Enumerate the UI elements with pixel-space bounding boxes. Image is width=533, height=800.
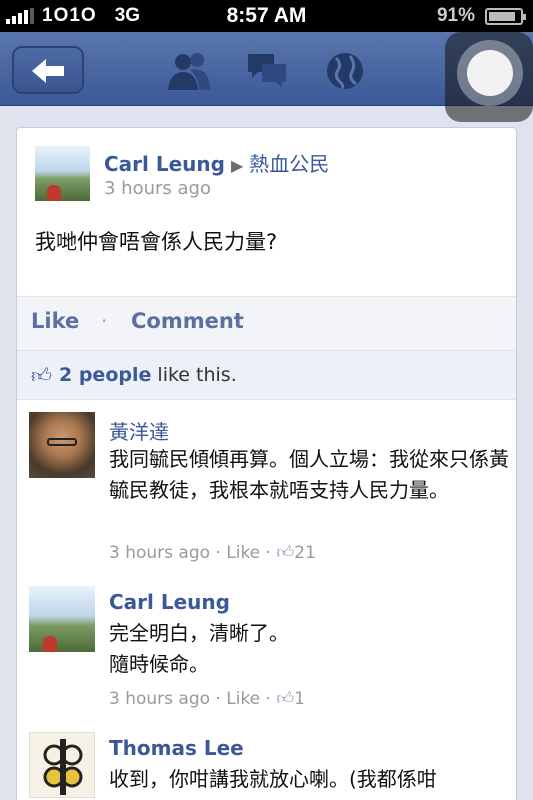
avatar[interactable]: [29, 586, 95, 652]
comment-like-link[interactable]: Like: [226, 543, 260, 563]
assistive-touch-button[interactable]: [445, 32, 533, 122]
post-author-link[interactable]: Carl Leung: [104, 152, 225, 176]
post-author-line: Carl Leung ▶ 熱血公民: [104, 148, 329, 177]
comment-like-count: 1: [294, 689, 305, 709]
post-card: Carl Leung ▶ 熱血公民 3 hours ago 我哋仲會唔會係人民力量?…: [16, 127, 517, 800]
post-body: 我哋仲會唔會係人民力量?: [35, 230, 278, 254]
logo-icon: [43, 739, 83, 795]
thumbs-up-icon: 👍︎: [276, 543, 295, 563]
comment-button[interactable]: Comment: [131, 309, 244, 333]
comment-text-line: 隨時候命。: [109, 652, 209, 676]
nav-bar: [0, 32, 533, 122]
thumbs-up-icon: 👍︎: [276, 689, 295, 709]
avatar[interactable]: [35, 146, 90, 201]
globe-icon[interactable]: [322, 50, 368, 92]
comment-author[interactable]: 黃洋達: [109, 416, 169, 445]
likes-count[interactable]: 2 people: [59, 364, 151, 386]
likes-suffix: like this.: [157, 364, 237, 386]
comment-text: 收到，你咁講我就放心喇。(我都係咁: [109, 767, 437, 791]
comment-author[interactable]: Thomas Lee: [109, 736, 244, 760]
post-group-link[interactable]: 熱血公民: [249, 152, 329, 176]
comment-meta: 3 hours ago · Like · 👍︎21: [109, 543, 316, 563]
avatar[interactable]: [29, 412, 95, 478]
comment-timestamp: 3 hours ago: [109, 543, 211, 563]
battery-percent: 91%: [436, 5, 475, 26]
messages-icon[interactable]: [244, 50, 290, 92]
action-separator: ·: [101, 309, 108, 333]
comment-text: 我同毓民傾傾再算。個人立場：我從來只係黃毓民教徒，我根本就唔支持人民力量。: [109, 447, 509, 502]
arrow-left-icon: [32, 59, 64, 83]
comment-timestamp: 3 hours ago: [109, 689, 211, 709]
post-timestamp: 3 hours ago: [104, 178, 211, 199]
status-bar: 1O1O 3G 8:57 AM 91%: [0, 0, 533, 32]
avatar[interactable]: [29, 732, 95, 798]
comment-text-line: 完全明白，清晰了。: [109, 621, 289, 645]
likes-summary[interactable]: 👍︎ 2 people like this.: [17, 350, 516, 400]
post-actions: Like · Comment: [17, 296, 516, 350]
comment-like-link[interactable]: Like: [226, 689, 260, 709]
comment-author[interactable]: Carl Leung: [109, 590, 230, 614]
triangle-right-icon: ▶: [230, 156, 244, 175]
friends-icon[interactable]: [166, 50, 212, 92]
comment-meta: 3 hours ago · Like · 👍︎1: [109, 689, 305, 709]
battery-icon: [485, 8, 526, 25]
back-button[interactable]: [12, 46, 84, 94]
comment-like-count: 21: [294, 543, 316, 563]
like-button[interactable]: Like: [31, 309, 79, 333]
thumbs-up-icon: 👍︎: [31, 363, 52, 387]
